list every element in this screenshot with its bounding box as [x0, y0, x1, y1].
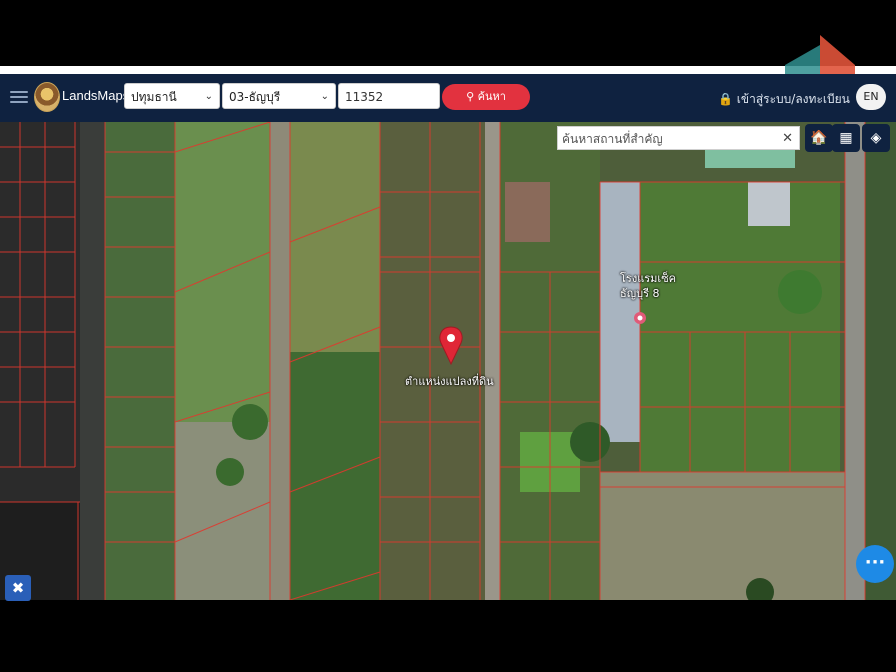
top-navbar: LandsMaps ปทุมธานี ⌄ 03-ธัญบุรี ⌄ 11352 … [0, 74, 896, 122]
poi-marker-icon[interactable] [634, 312, 646, 324]
search-button[interactable]: ⚲ ค้นหา [442, 84, 530, 110]
login-link[interactable]: 🔒 เข้าสู่ระบบ/ลงทะเบียน [718, 90, 850, 109]
hamburger-icon[interactable] [10, 88, 28, 106]
map-imagery [0, 122, 896, 600]
tools-icon: ✖ [11, 579, 25, 597]
layers-icon: ◈ [870, 130, 882, 146]
search-button-label: ค้นหา [477, 90, 506, 103]
district-select[interactable]: 03-ธัญบุรี ⌄ [222, 83, 336, 109]
brand-name: LandsMaps [62, 88, 130, 103]
province-select[interactable]: ปทุมธานี ⌄ [124, 83, 220, 109]
parcel-number-input[interactable]: 11352 [338, 83, 440, 109]
poi-button[interactable]: 🏠 [805, 124, 833, 152]
browser-top-strip [0, 66, 896, 74]
more-options-button[interactable]: ··· [856, 545, 894, 583]
department-logo [34, 82, 60, 112]
satellite-map[interactable]: ตำแหน่งแปลงที่ดิน โรงแรมเซ็ค ธัญบุรี 8 [0, 122, 896, 600]
tools-button[interactable]: ✖ [5, 575, 31, 601]
more-icon: ··· [864, 552, 886, 573]
district-select-value: 03-ธัญบุรี [229, 90, 281, 104]
chevron-down-icon: ⌄ [320, 91, 329, 102]
close-icon[interactable]: ✕ [782, 127, 793, 151]
grid-button[interactable]: ▦ [832, 124, 860, 152]
user-icon: 🔒 [718, 92, 733, 106]
parcel-marker-label: ตำแหน่งแปลงที่ดิน [405, 375, 494, 388]
poi-label-line2: ธัญบุรี 8 [620, 287, 660, 300]
layers-button[interactable]: ◈ [862, 124, 890, 152]
place-search-input[interactable]: ค้นหาสถานที่สำคัญ ✕ [557, 126, 800, 150]
grid-icon: ▦ [839, 130, 853, 146]
language-toggle[interactable]: EN [856, 84, 886, 110]
search-icon: ⚲ [466, 90, 475, 103]
province-select-value: ปทุมธานี [131, 90, 177, 104]
login-label: เข้าสู่ระบบ/ลงทะเบียน [736, 92, 850, 106]
building-icon: 🏠 [810, 130, 828, 146]
place-search-placeholder: ค้นหาสถานที่สำคัญ [562, 132, 663, 146]
chevron-down-icon: ⌄ [204, 91, 213, 102]
